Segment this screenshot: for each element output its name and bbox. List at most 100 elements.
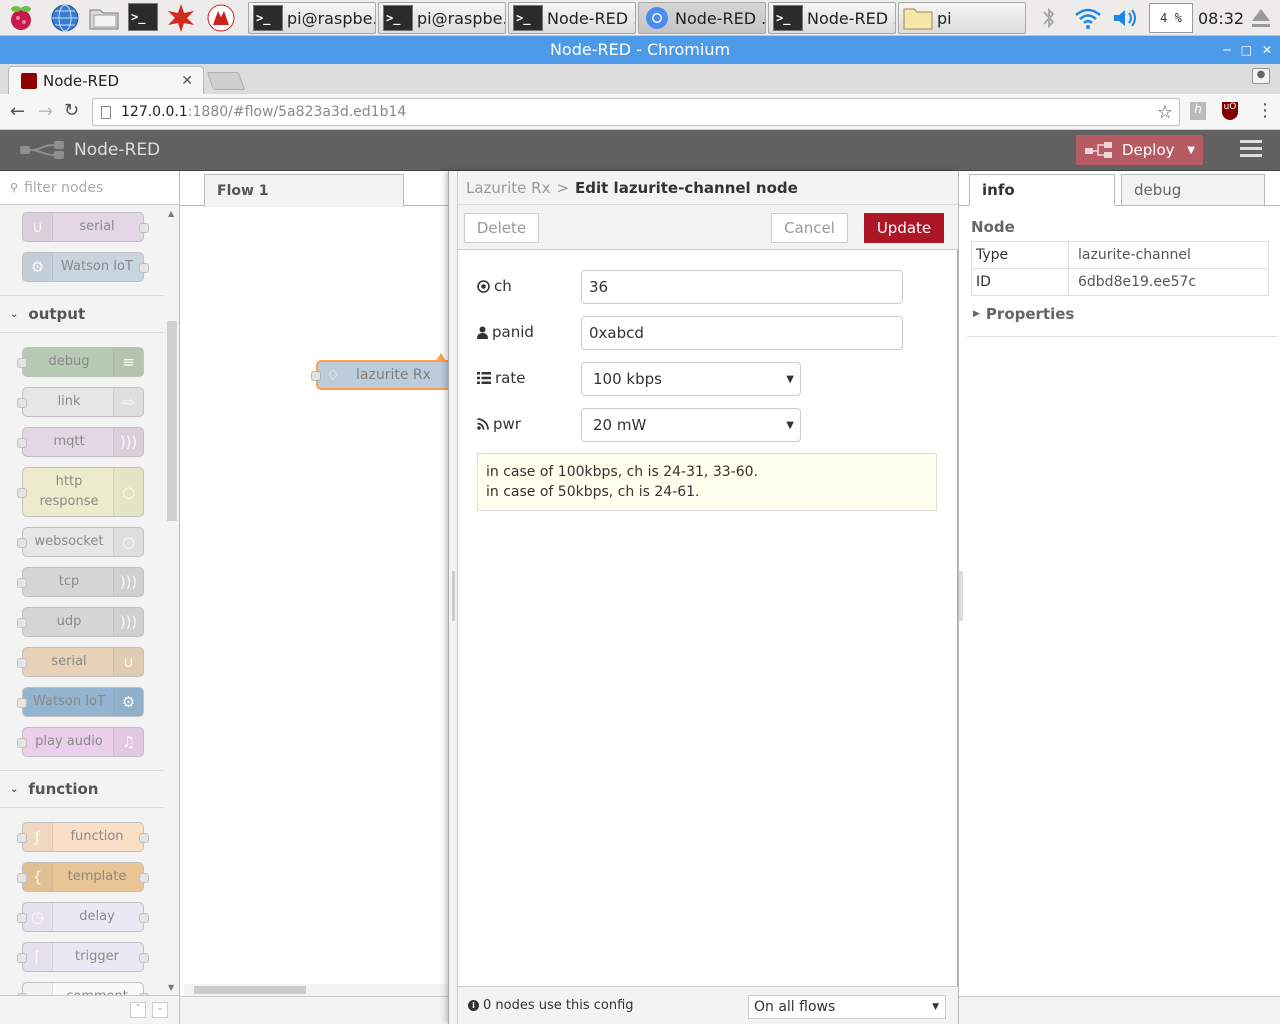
collapse-all-icon[interactable]: ⌃ [130,1002,146,1018]
palette-node-label: Watson IoT [61,259,133,274]
expand-all-icon[interactable]: ⌄ [152,1002,168,1018]
deploy-button[interactable]: Deploy ▼ [1076,135,1203,165]
palette-node-play-audio[interactable]: ♫ play audio [17,727,144,757]
reload-icon[interactable]: ↻ [64,100,79,121]
node-type-icon: ∪ [23,213,53,241]
minimize-icon[interactable]: ─ [1223,43,1230,57]
palette-node-label: mqtt [53,434,85,449]
node-type-icon: ))) [113,428,143,456]
palette-node-trigger[interactable]: ⌈ trigger [17,942,149,972]
palette-node-delay[interactable]: ◷ delay [17,902,149,932]
palette-node-function[interactable]: ƒ function [17,822,149,852]
main-menu-icon[interactable] [1240,140,1262,160]
workspace-hscroll[interactable] [184,984,452,996]
node-output-port [139,223,149,233]
taskbar-window-button[interactable]: >_pi@raspbe... [378,2,506,34]
sidebar-divider [967,336,1277,337]
taskbar-window-button[interactable]: >_Node-RED ... [508,2,636,34]
back-icon[interactable]: ← [10,101,25,122]
tab-debug[interactable]: debug [1121,174,1265,206]
clock[interactable]: 08:32 [1198,0,1244,36]
profile-icon[interactable]: ● [1252,68,1270,84]
breadcrumb-parent[interactable]: Lazurite Rx [466,179,550,197]
palette-node-mqtt[interactable]: ))) mqtt [17,427,144,457]
node-output-port [139,833,149,843]
mathematica-icon[interactable] [166,3,196,33]
bookmark-star-icon[interactable]: ☆ [1157,102,1173,123]
new-tab-button[interactable] [206,72,246,90]
palette-node-http-response[interactable]: ○ http response [17,467,144,517]
palette-node-debug[interactable]: ≡ debug [17,347,144,377]
taskbar-window-button[interactable]: >_pi@raspbe... [248,2,376,34]
ch-input[interactable]: 36 [581,270,903,304]
taskbar-window-button[interactable]: >_Node-RED ... [768,2,896,34]
node-type-icon: ⇨ [113,388,143,416]
palette-node-link[interactable]: ⇨ link [17,387,144,417]
sidebar-tabs: info debug [959,171,1280,206]
palette-node-tcp[interactable]: ))) tcp [17,567,144,597]
update-button[interactable]: Update [864,213,944,243]
file-manager-icon[interactable] [88,3,119,33]
palette-node-watson-iot[interactable]: ⚙ Watson IoT [17,687,144,717]
palette-scrollbar[interactable]: ▲ ▼ [165,205,179,995]
taskbar-window-label: pi@raspbe... [417,8,505,28]
browser-tab-node-red[interactable]: Node-RED ✕ [8,66,204,94]
table-row: ID 6dbd8e19.ee57c [971,268,1269,296]
maximize-icon[interactable]: □ [1241,43,1252,57]
deploy-options-caret-icon[interactable]: ▼ [1187,145,1195,156]
terminal-launcher-icon[interactable]: >_ [128,3,158,33]
palette-node-label: link [57,394,81,409]
palette-search[interactable]: ⚲ filter nodes [0,171,179,205]
tab-strip: Node-RED ✕ ● [0,64,1280,94]
eject-icon[interactable] [1250,0,1272,36]
node-red-header: Node-RED Deploy ▼ [0,130,1280,171]
page-info-icon[interactable] [101,105,111,119]
pwr-label-text: pwr [493,415,521,433]
browser-toolbar: ← → ↻ 127.0.0.1 :1880/#flow/5a823a3d.ed1… [0,94,1280,130]
forward-icon[interactable]: → [38,101,53,122]
node-input-port[interactable] [311,371,321,381]
url-path: :1880/#flow/5a823a3d.ed1b14 [187,104,407,120]
address-bar[interactable]: 127.0.0.1 :1880/#flow/5a823a3d.ed1b14 ☆ [92,98,1180,126]
palette-node-serial[interactable]: ∪ serial [22,212,149,242]
sidebar-resize-handle[interactable] [959,571,963,621]
id-label: ID [971,268,1069,296]
node-input-port [17,578,27,588]
palette-category-function[interactable]: ⌄ function [0,770,164,808]
delete-button[interactable]: Delete [464,213,539,243]
form-row-rate: rate 100 kbps ▼ [449,362,959,396]
cancel-button[interactable]: Cancel [771,213,848,243]
panid-input[interactable]: 0xabcd [581,316,903,350]
rate-select[interactable]: 100 kbps ▼ [581,362,801,396]
tray-header: Lazurite Rx > Edit lazurite-channel node [458,171,958,205]
bluetooth-icon[interactable] [1040,0,1058,36]
ublock-icon[interactable]: uO [1222,102,1238,120]
tray-toolbar: Delete Cancel Update [458,205,958,250]
taskbar-window-button[interactable]: Node-RED ... [638,2,766,34]
extension-hypothesis-icon[interactable]: h [1190,102,1206,120]
palette-node-template[interactable]: {template [17,862,149,892]
volume-icon[interactable] [1112,0,1140,36]
tab-info[interactable]: info [969,174,1115,206]
close-window-icon[interactable]: ✕ [1262,43,1272,57]
tab-flow-1[interactable]: Flow 1 [204,174,404,207]
wolfram-icon[interactable] [206,3,236,33]
properties-toggle[interactable]: ▶ Properties [973,305,1074,323]
palette-node-label: serial [51,654,87,669]
palette-node-udp[interactable]: ))) udp [17,607,144,637]
web-browser-icon[interactable] [50,3,80,33]
taskbar-window-label: Node-RED ... [807,8,895,28]
browser-menu-icon[interactable]: ⋮ [1256,100,1274,121]
node-type-icon: ≡ [113,348,143,376]
pwr-select[interactable]: 20 mW ▼ [581,408,801,442]
close-tab-icon[interactable]: ✕ [181,73,193,89]
palette-category-output[interactable]: ⌄ output [0,295,164,333]
taskbar-window-button[interactable]: pi [898,2,1026,34]
config-scope-select[interactable]: On all flows ▼ [748,995,946,1019]
palette-node-serial[interactable]: ∪ serial [17,647,144,677]
palette-node-websocket[interactable]: ○ websocket [17,527,144,557]
palette-node-watson-iot[interactable]: ⚙ Watson IoT [22,252,149,282]
wifi-icon[interactable] [1074,0,1102,36]
workspace-node-lazurite-rx[interactable]: ♢ lazurite Rx [311,353,466,390]
raspberry-menu-icon[interactable] [6,3,36,33]
